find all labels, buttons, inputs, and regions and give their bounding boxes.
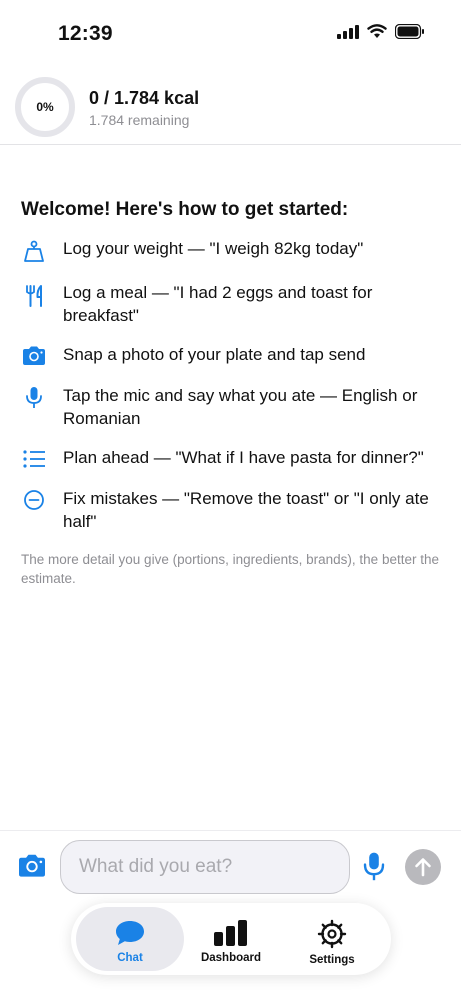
tab-dashboard[interactable]: Dashboard <box>177 907 285 971</box>
battery-icon <box>395 24 424 39</box>
tip-text: Snap a photo of your plate and tap send <box>63 345 366 364</box>
calorie-header: 0% 0 / 1.784 kcal 1.784 remaining <box>0 70 461 145</box>
mic-button[interactable] <box>362 851 386 883</box>
cellular-signal-icon <box>337 24 359 39</box>
tab-bar: Chat Dashboard Settings <box>71 903 391 975</box>
kcal-summary: 0 / 1.784 kcal <box>89 88 200 108</box>
tip-text: Tap the mic and say what you ate — Engli… <box>63 386 418 428</box>
wifi-icon <box>367 24 387 38</box>
minus-circle-icon <box>21 487 47 513</box>
arrow-up-icon <box>415 858 431 877</box>
camera-icon <box>21 343 47 369</box>
tab-label: Chat <box>117 952 143 964</box>
mic-icon <box>363 852 385 881</box>
gear-icon <box>317 919 347 949</box>
calorie-progress-ring: 0% <box>15 77 75 137</box>
tab-settings[interactable]: Settings <box>278 907 386 971</box>
chat-bubble-icon <box>116 921 144 945</box>
tip-text: Plan ahead — "What if I have pasta for d… <box>63 448 424 467</box>
mic-icon <box>21 385 47 411</box>
progress-percent: 0% <box>36 100 54 114</box>
list-icon <box>21 446 47 472</box>
camera-button[interactable] <box>16 853 48 881</box>
tip-text: Log your weight — "I weigh 82kg today" <box>63 239 364 258</box>
tip-text: Fix mistakes — "Remove the toast" or "I … <box>63 489 429 531</box>
welcome-title: Welcome! Here's how to get started: <box>21 199 349 220</box>
tab-label: Dashboard <box>200 952 262 964</box>
camera-icon <box>19 854 45 877</box>
status-icons <box>337 24 425 39</box>
kcal-remaining: 1.784 remaining <box>89 112 190 128</box>
status-bar: 12:39 <box>0 0 461 70</box>
meal-input[interactable] <box>60 840 350 894</box>
fork-knife-icon <box>21 283 47 309</box>
tab-label: Settings <box>309 954 355 966</box>
tip-text: Log a meal — "I had 2 eggs and toast for… <box>63 283 373 325</box>
tips-footnote: The more detail you give (portions, ingr… <box>21 552 439 586</box>
status-time: 12:39 <box>58 22 113 45</box>
bar-chart-icon <box>214 920 247 946</box>
send-button[interactable] <box>405 849 441 885</box>
tab-chat[interactable]: Chat <box>76 907 184 971</box>
scale-icon <box>21 239 47 265</box>
